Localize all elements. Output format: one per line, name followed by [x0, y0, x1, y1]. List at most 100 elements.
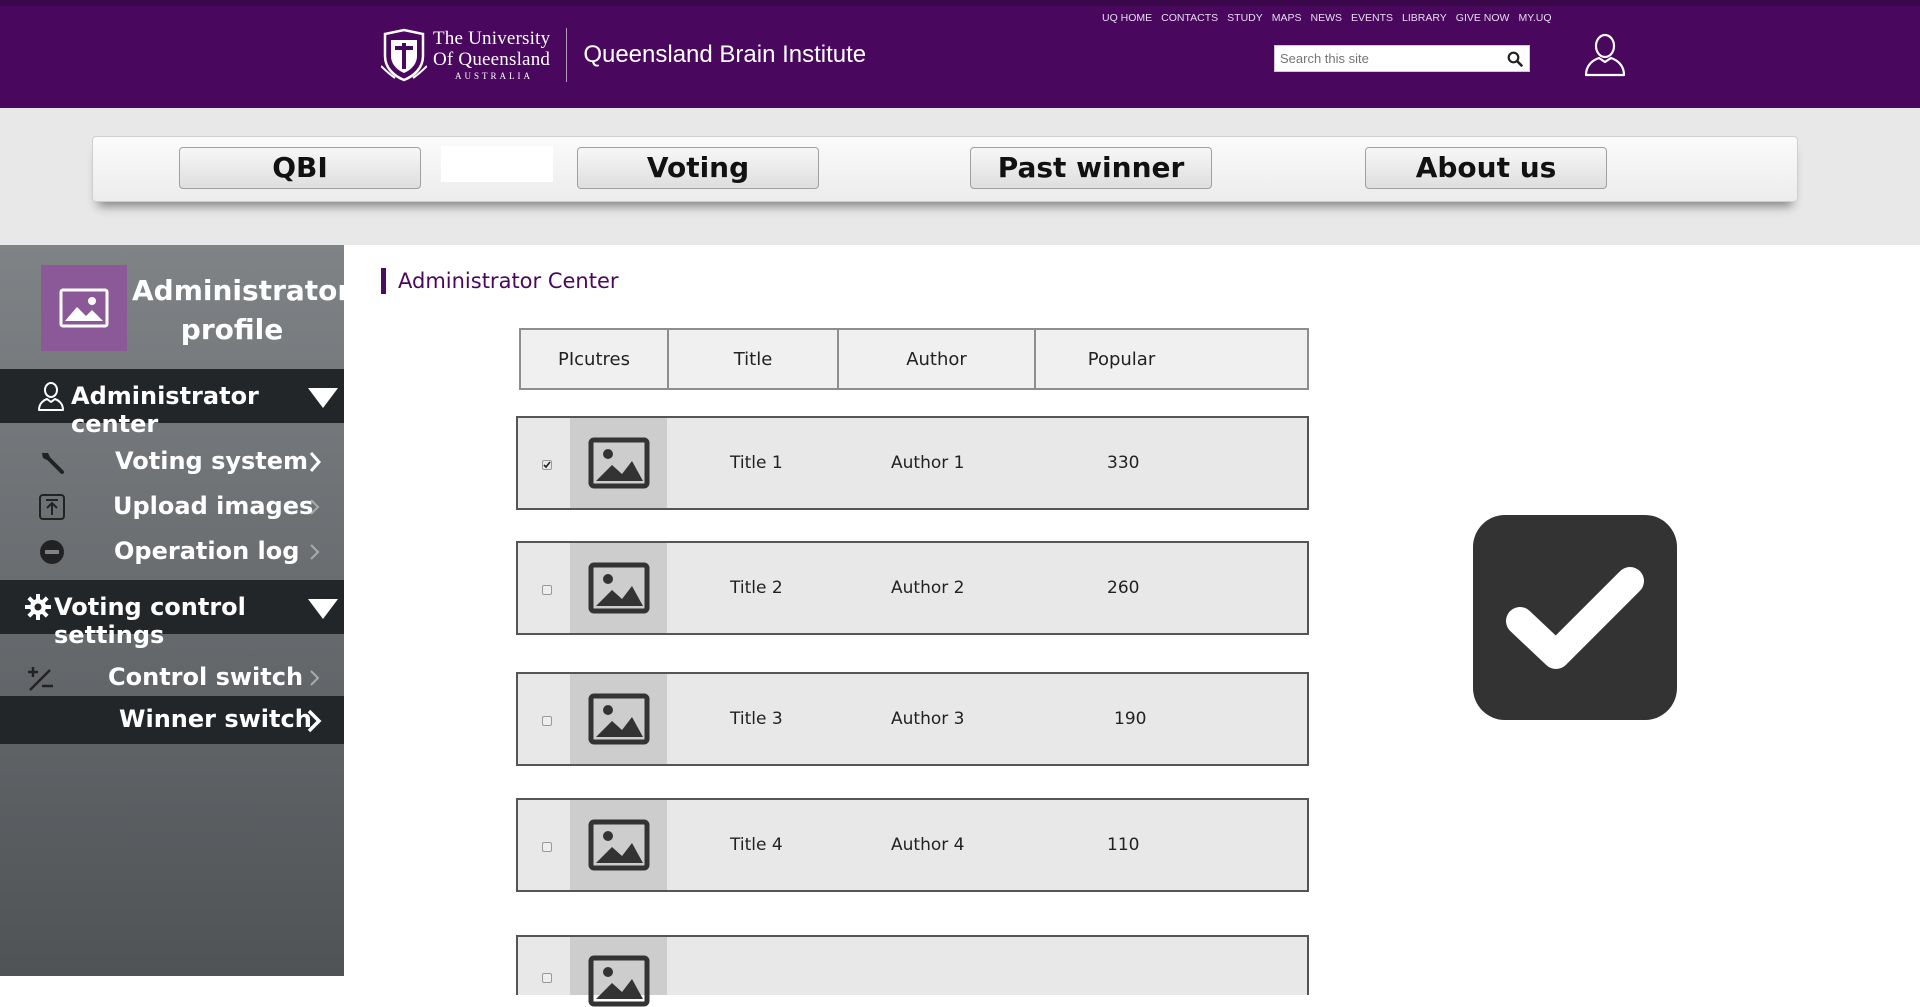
top-links: UQ HOME CONTACTS STUDY MAPS NEWS EVENTS …	[1102, 12, 1552, 24]
sidebar-item-label: Operation log	[114, 537, 300, 565]
search-icon[interactable]	[1507, 51, 1523, 67]
sidebar-item-operation-log[interactable]: Operation log	[0, 529, 344, 573]
row-popular: 190	[1114, 709, 1147, 729]
top-link-news[interactable]: NEWS	[1311, 12, 1343, 24]
table-row[interactable]: Title 2 Author 2 260	[516, 541, 1309, 635]
upload-icon	[39, 494, 65, 520]
row-thumbnail[interactable]	[570, 543, 667, 633]
nav-past-winner-button[interactable]: Past winner	[970, 147, 1212, 189]
row-checkbox[interactable]	[542, 973, 552, 983]
uq-crest-icon	[381, 28, 427, 82]
row-thumbnail[interactable]	[570, 937, 667, 1007]
header-top-strip	[0, 0, 1920, 6]
section-voting-control-label: Voting control settings	[54, 593, 246, 649]
top-link-give-now[interactable]: GIVE NOW	[1456, 12, 1510, 24]
row-popular: 330	[1107, 453, 1140, 473]
chevron-right-icon	[307, 709, 322, 733]
row-checkbox[interactable]	[542, 585, 552, 595]
row-thumbnail[interactable]	[570, 418, 667, 508]
triangle-down-icon	[308, 388, 338, 408]
row-author: Author 1	[891, 453, 965, 473]
image-icon	[588, 562, 649, 614]
sidebar-item-label: Winner switch	[119, 705, 312, 733]
image-icon	[588, 819, 649, 871]
university-line-3: AUSTRALIA	[455, 71, 533, 81]
top-link-study[interactable]: STUDY	[1227, 12, 1263, 24]
sidebar-item-label: Control switch	[108, 663, 304, 691]
row-thumbnail[interactable]	[570, 800, 667, 890]
chevron-right-icon	[310, 499, 320, 515]
search-input[interactable]	[1275, 46, 1495, 71]
user-icon[interactable]	[1583, 31, 1627, 77]
top-link-my-uq[interactable]: MY.UQ	[1518, 12, 1551, 24]
top-link-maps[interactable]: MAPS	[1272, 12, 1302, 24]
sidebar-item-upload-images[interactable]: Upload images	[0, 484, 344, 528]
row-title: Title 4	[730, 835, 783, 855]
nav-qbi-button[interactable]: QBI	[179, 147, 421, 189]
image-icon	[588, 437, 649, 489]
top-link-uq-home[interactable]: UQ HOME	[1102, 12, 1152, 24]
checkmark-icon	[1506, 566, 1644, 669]
university-line-2: Of Queensland	[433, 49, 551, 70]
sidebar-item-voting-system[interactable]: Voting system	[0, 439, 344, 483]
row-checkbox[interactable]	[542, 460, 552, 470]
chevron-right-icon	[310, 544, 320, 560]
image-icon	[59, 288, 109, 328]
page-title: Administrator Center	[381, 268, 619, 294]
site-search	[1274, 45, 1530, 72]
triangle-down-icon	[308, 599, 338, 619]
chevron-right-icon	[309, 452, 322, 472]
row-author: Author 4	[891, 835, 965, 855]
site-header: The University Of Queensland AUSTRALIA Q…	[0, 0, 1920, 108]
avatar[interactable]	[41, 265, 127, 351]
nav-blank-slot	[441, 146, 553, 182]
table-header: PIcutres Title Author Popular	[519, 328, 1309, 390]
image-icon	[588, 693, 649, 745]
uq-logo[interactable]: The University Of Queensland AUSTRALIA Q…	[381, 28, 866, 82]
top-link-library[interactable]: LIBRARY	[1402, 12, 1447, 24]
logo-divider	[566, 28, 568, 82]
row-title: Title 3	[730, 709, 783, 729]
nav-voting-button[interactable]: Voting	[577, 147, 819, 189]
admin-sidebar: Administrator profile Administrator cent…	[0, 245, 352, 976]
admin-profile: Administrator profile	[0, 245, 352, 369]
minus-circle-icon	[40, 540, 64, 564]
table-row[interactable]	[516, 935, 1309, 1007]
row-title: Title 1	[730, 453, 783, 473]
gear-icon	[25, 594, 51, 620]
nav-band: QBI Voting Past winner About us	[0, 108, 1920, 245]
table-row[interactable]: Title 1 Author 1 330	[516, 416, 1309, 510]
sidebar-item-winner-switch[interactable]: Winner switch	[0, 696, 344, 744]
university-name: The University Of Queensland AUSTRALIA	[433, 29, 550, 81]
column-header-title: Title	[669, 330, 839, 388]
wrench-icon	[42, 453, 64, 474]
top-link-contacts[interactable]: CONTACTS	[1161, 12, 1218, 24]
section-voting-control-settings[interactable]: Voting control settings	[0, 580, 344, 649]
row-author: Author 3	[891, 709, 965, 729]
profile-name: Administrator profile	[132, 274, 352, 346]
section-administrator-center[interactable]: Administrator center	[0, 369, 344, 438]
top-link-events[interactable]: EVENTS	[1351, 12, 1393, 24]
table-row[interactable]: Title 4 Author 4 110	[516, 798, 1309, 892]
image-icon	[588, 955, 649, 1007]
row-popular: 260	[1107, 578, 1140, 598]
check-icon	[543, 461, 551, 469]
plus-minus-icon	[28, 667, 53, 691]
row-checkbox[interactable]	[542, 842, 552, 852]
nav-about-us-button[interactable]: About us	[1365, 147, 1607, 189]
confirm-checkmark-button[interactable]	[1473, 515, 1677, 720]
chevron-right-icon	[310, 670, 320, 686]
table-row[interactable]: Title 3 Author 3 190	[516, 672, 1309, 766]
column-header-popular: Popular	[1087, 348, 1156, 370]
sidebar-item-label: Upload images	[113, 492, 314, 520]
row-title: Title 2	[730, 578, 783, 598]
row-popular: 110	[1107, 835, 1140, 855]
row-thumbnail[interactable]	[570, 674, 667, 764]
column-header-pictures: PIcutres	[521, 330, 669, 388]
person-icon	[38, 382, 64, 411]
row-checkbox[interactable]	[542, 716, 552, 726]
sidebar-item-control-switch[interactable]: Control switch	[0, 655, 344, 699]
column-header-author: Author	[839, 330, 1036, 388]
sidebar-item-label: Voting system	[115, 447, 309, 475]
institute-name: Queensland Brain Institute	[583, 41, 867, 68]
